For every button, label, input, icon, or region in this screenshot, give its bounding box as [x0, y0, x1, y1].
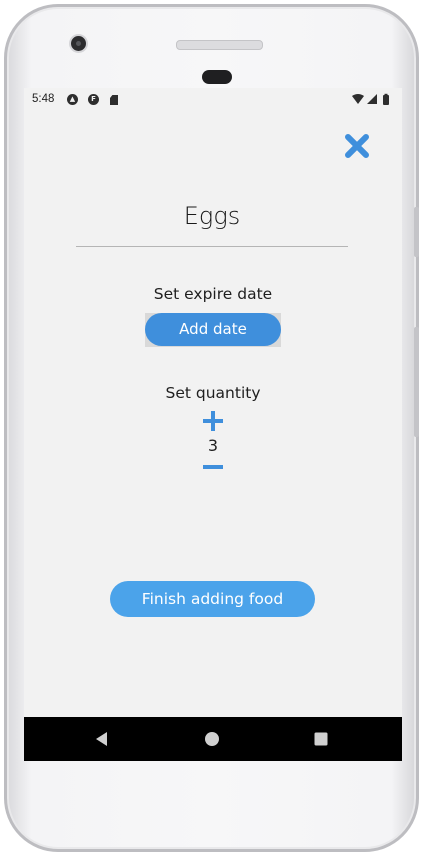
home-button[interactable]: [202, 729, 222, 749]
status-right-icons: [352, 93, 389, 105]
app-screen: 5:48 ▲ F Eggs Set expire date Add date S…: [24, 88, 402, 761]
quantity-label: Set quantity: [165, 384, 261, 402]
android-head-icon: ▲: [67, 94, 78, 105]
close-button[interactable]: [342, 131, 372, 161]
increase-quantity-button[interactable]: [202, 410, 224, 432]
plus-icon: [203, 411, 223, 431]
status-time: 5:48: [32, 93, 55, 105]
signal-icon: [367, 94, 377, 104]
quantity-value: 3: [207, 436, 219, 455]
power-button: [414, 207, 419, 257]
wifi-icon: [352, 94, 364, 104]
battery-icon: [383, 95, 389, 105]
volume-button: [414, 327, 419, 437]
expire-date-label: Set expire date: [153, 285, 273, 303]
food-name-underline: [76, 246, 348, 247]
back-triangle-icon: [96, 732, 107, 746]
home-circle-icon: [205, 732, 219, 746]
food-name-field[interactable]: Eggs: [76, 202, 348, 230]
decrease-quantity-button[interactable]: [202, 458, 224, 480]
add-date-container: Add date: [145, 313, 281, 347]
recents-square-icon: [314, 732, 328, 746]
close-x-icon: [345, 134, 369, 158]
recents-button[interactable]: [311, 729, 331, 749]
minus-icon: [203, 465, 223, 469]
add-date-button[interactable]: Add date: [145, 313, 281, 346]
back-button[interactable]: [92, 729, 112, 749]
front-camera: [71, 36, 86, 51]
sd-card-icon: [110, 95, 118, 105]
earpiece: [202, 70, 232, 84]
top-speaker: [176, 40, 263, 50]
system-navigation-bar: [24, 717, 402, 761]
status-bar: 5:48 ▲ F: [24, 88, 402, 112]
finish-adding-food-button[interactable]: Finish adding food: [110, 581, 315, 617]
f-badge-icon: F: [88, 94, 99, 105]
